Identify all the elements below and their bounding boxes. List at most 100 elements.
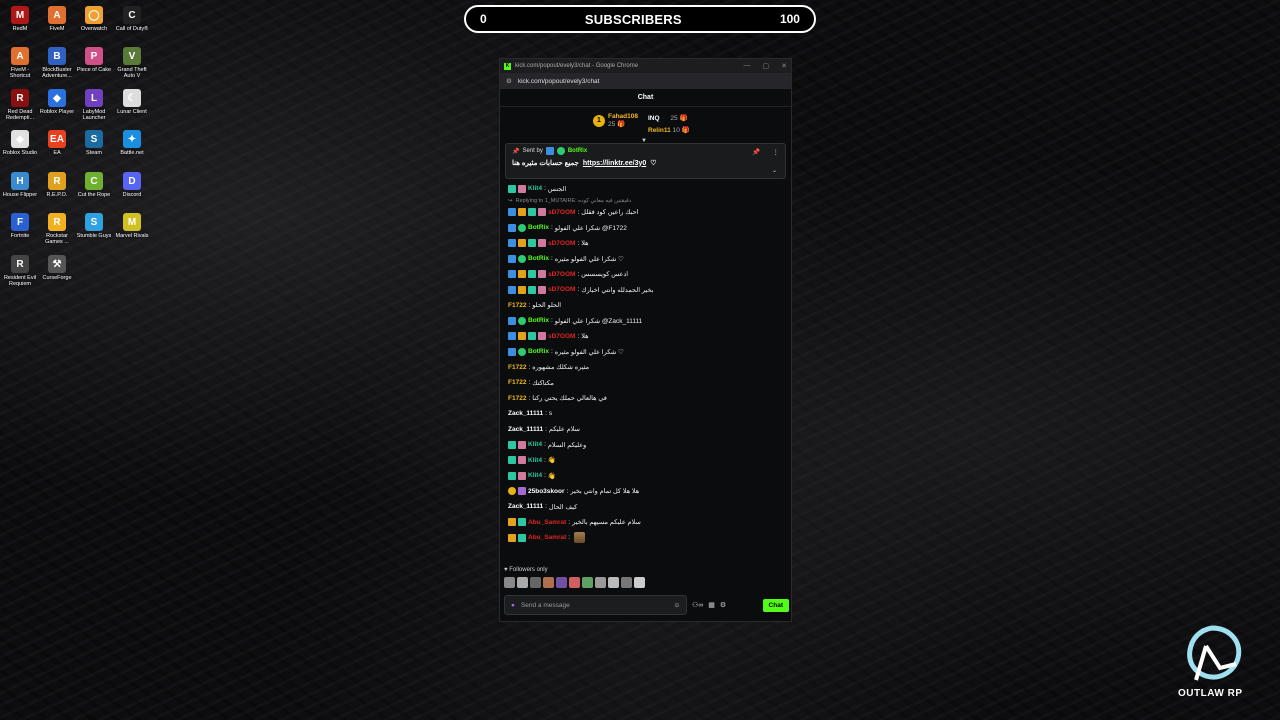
settings-gear-icon[interactable]: ⚙ [720, 601, 726, 609]
subscriber-goal-start: 0 [480, 12, 487, 26]
emote-icon[interactable] [595, 577, 606, 588]
desktop-shortcut[interactable]: R R.E.P.O. [39, 168, 75, 198]
chat-username[interactable]: sD7OOM [548, 286, 575, 293]
desktop-shortcut-label: Cut the Rope [77, 192, 111, 198]
chat-username[interactable]: sD7OOM [548, 333, 575, 340]
link-icon[interactable]: ⚇∞ [692, 601, 703, 609]
chat-username[interactable]: F1722 [508, 395, 526, 402]
desktop-shortcut[interactable]: ◆ Roblox Player [39, 85, 75, 115]
chat-message-input[interactable]: ● Send a message ☺ [504, 595, 687, 615]
address-bar[interactable]: ⚙ kick.com/popout/evely3/chat [500, 73, 791, 89]
desktop-shortcut[interactable]: C Call of Duty® [114, 2, 150, 32]
pinned-link[interactable]: https://linktr.ee/3y0 [583, 160, 646, 167]
gift-badge-icon [538, 270, 546, 279]
chat-username[interactable]: Klit4 [528, 441, 542, 448]
leader-others[interactable]: INQ 25 🎁 Relin11 10 🎁 [648, 113, 690, 137]
chat-username[interactable]: Zack_11111 [508, 410, 543, 417]
emote-icon[interactable] [634, 577, 645, 588]
green-badge-icon [518, 347, 526, 356]
chat-username[interactable]: BotRix [528, 317, 549, 324]
gift-badge-icon [518, 184, 526, 193]
gift-icon: 🎁 [679, 115, 688, 122]
chat-username[interactable]: sD7OOM [548, 209, 575, 216]
chat-username[interactable]: Zack_11111 [508, 503, 543, 510]
window-titlebar[interactable]: K kick.com/popout/evely3/chat - Google C… [500, 59, 791, 73]
chat-username[interactable]: sD7OOM [548, 240, 575, 247]
chat-message-text: هلا [581, 333, 589, 341]
leader-first[interactable]: 1 Fahad108 25 🎁 [593, 113, 638, 128]
desktop-shortcut[interactable]: M Marvel Rivals [114, 209, 150, 239]
chat-username[interactable]: 25bo3skoor [528, 488, 565, 495]
chat-username[interactable]: Zack_11111 [508, 426, 543, 433]
emoji-icon[interactable]: ☺ [673, 602, 680, 609]
desktop-shortcut-label: Piece of Cake [76, 67, 112, 73]
desktop-shortcut-label: LabyMod Launcher [82, 109, 106, 122]
site-info-icon[interactable]: ⚙ [506, 77, 512, 85]
desktop-shortcut[interactable]: ✦ Battle.net [114, 126, 150, 156]
emote-icon[interactable] [504, 577, 515, 588]
redm-icon: M [11, 6, 29, 24]
chat-messages[interactable]: Klit4: الجنس ↪ Replying to 1_MUTAIRE: دقيقت… [500, 179, 791, 545]
desktop-shortcut[interactable]: D Discord [114, 168, 150, 198]
desktop-shortcut[interactable]: R Red Dead Redempti... [2, 85, 38, 122]
maximize-icon[interactable]: ▢ [763, 62, 770, 70]
chat-username[interactable]: F1722 [508, 379, 526, 386]
desktop-shortcut[interactable]: ◆ Roblox Studio [2, 126, 38, 156]
chat-username[interactable]: Abu_Samrat [528, 519, 566, 526]
desktop-shortcut[interactable]: S Steam [76, 126, 112, 156]
emote-icon[interactable] [530, 577, 541, 588]
chat-username[interactable]: Klit4 [528, 472, 542, 479]
chat-username[interactable]: Klit4 [528, 457, 542, 464]
emote-icon[interactable] [582, 577, 593, 588]
desktop-shortcut-label: Battle.net [120, 150, 144, 156]
minimize-icon[interactable]: — [744, 62, 751, 70]
gift-box-icon[interactable]: ▦ [708, 601, 715, 609]
emote-icon[interactable] [543, 577, 554, 588]
desktop-shortcut[interactable]: R Rockstar Games ... [39, 209, 75, 246]
desktop-shortcut[interactable]: R Resident Evil Requiem [2, 251, 38, 288]
close-icon[interactable]: ✕ [781, 62, 787, 70]
desktop-shortcut[interactable]: F Fortnite [2, 209, 38, 239]
send-chat-button[interactable]: Chat [762, 598, 789, 612]
emote-icon[interactable] [517, 577, 528, 588]
chat-username[interactable]: BotRix [528, 224, 549, 231]
username-separator: : [550, 224, 553, 232]
chat-username[interactable]: F1722 [508, 364, 526, 371]
username-separator: : [577, 208, 580, 216]
emote-icon[interactable] [569, 577, 580, 588]
chat-username[interactable]: BotRix [528, 348, 549, 355]
chat-username[interactable]: Abu_Samrat [528, 534, 566, 541]
desktop-shortcut[interactable]: ◯ Overwatch [76, 2, 112, 32]
microphone-icon[interactable]: ● [511, 602, 515, 609]
desktop-shortcut[interactable]: B BlockBuster Adventure... [39, 43, 75, 80]
desktop-shortcut[interactable]: EA EA [39, 126, 75, 156]
desktop-shortcut[interactable]: H House Flipper [2, 168, 38, 198]
emote-icon[interactable] [608, 577, 619, 588]
desktop-shortcut[interactable]: ⚒ CurseForge [39, 251, 75, 281]
curseforge-icon: ⚒ [48, 255, 66, 273]
desktop-shortcut[interactable]: A FiveM - Shortcut [2, 43, 38, 80]
emote-icon[interactable] [556, 577, 567, 588]
desktop-shortcut[interactable]: P Piece of Cake [76, 43, 112, 73]
desktop-shortcut[interactable]: A FiveM [39, 2, 75, 32]
teal-badge-icon [508, 471, 516, 480]
pinned-bot-name[interactable]: BotRix [568, 148, 587, 154]
chat-username[interactable]: BotRix [528, 255, 549, 262]
chevron-down-icon[interactable]: ⌄ [772, 167, 777, 174]
gift-icon: 🎁 [617, 121, 626, 128]
desktop-shortcut[interactable]: ☾ Lunar Client [114, 85, 150, 115]
blue-badge-icon [508, 254, 516, 263]
chat-username[interactable]: F1722 [508, 302, 526, 309]
more-options-icon[interactable]: ⋮ [773, 148, 780, 156]
desktop-shortcut[interactable]: C Cut the Rope [76, 168, 112, 198]
chat-username[interactable]: sD7OOM [548, 271, 575, 278]
desktop-shortcut[interactable]: M RedM [2, 2, 38, 32]
kick-logo-icon: K [504, 62, 511, 70]
emote-icon[interactable] [621, 577, 632, 588]
desktop-shortcut[interactable]: L LabyMod Launcher [76, 85, 112, 122]
unpin-icon[interactable]: 📌 [752, 148, 760, 156]
desktop-shortcut[interactable]: S Stumble Guys [76, 209, 112, 239]
chat-username[interactable]: Klit4 [528, 185, 542, 192]
desktop-shortcut[interactable]: V Grand Theft Auto V [114, 43, 150, 80]
chat-message: Zack_11111: سلام عليكم [508, 422, 783, 438]
